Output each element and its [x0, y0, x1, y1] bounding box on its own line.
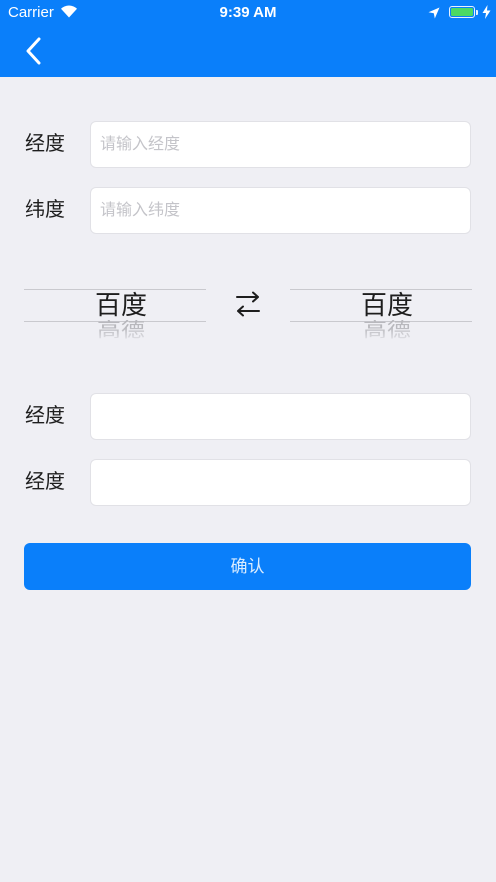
latitude-input-row: 纬度 — [0, 187, 496, 234]
result-row-first: 经度 — [0, 393, 496, 440]
longitude-input-row: 经度 — [0, 121, 496, 168]
result-first-label: 经度 — [25, 405, 65, 427]
source-picker-selected-option[interactable]: 百度 — [30, 289, 206, 321]
location-arrow-icon — [428, 6, 440, 19]
target-coordinate-picker[interactable]: 百度 高德 — [290, 270, 472, 346]
back-button[interactable] — [20, 34, 48, 66]
navigation-bar: Carrier 9:39 AM — [0, 0, 496, 77]
charging-bolt-icon — [482, 5, 491, 19]
result-second-label: 经度 — [25, 471, 65, 493]
latitude-input[interactable] — [90, 187, 471, 234]
battery-icon — [449, 6, 475, 18]
longitude-label: 经度 — [25, 133, 65, 155]
battery-cap — [476, 10, 478, 15]
latitude-label: 纬度 — [25, 199, 65, 221]
target-picker-next-option[interactable]: 高德 — [296, 320, 472, 341]
swap-arrows-icon[interactable] — [234, 290, 262, 318]
result-second-field[interactable] — [90, 459, 471, 506]
chevron-left-icon — [26, 37, 41, 65]
source-picker-next-option[interactable]: 高德 — [30, 320, 206, 341]
battery-level-fill — [451, 8, 473, 16]
result-row-second: 经度 — [0, 459, 496, 506]
result-first-field[interactable] — [90, 393, 471, 440]
longitude-input[interactable] — [90, 121, 471, 168]
target-picker-selected-option[interactable]: 百度 — [296, 289, 472, 321]
status-time: 9:39 AM — [219, 4, 277, 21]
source-coordinate-picker[interactable]: 百度 高德 — [24, 270, 206, 346]
status-bar: Carrier 9:39 AM — [0, 0, 496, 26]
confirm-button[interactable]: 确认 — [24, 543, 471, 590]
